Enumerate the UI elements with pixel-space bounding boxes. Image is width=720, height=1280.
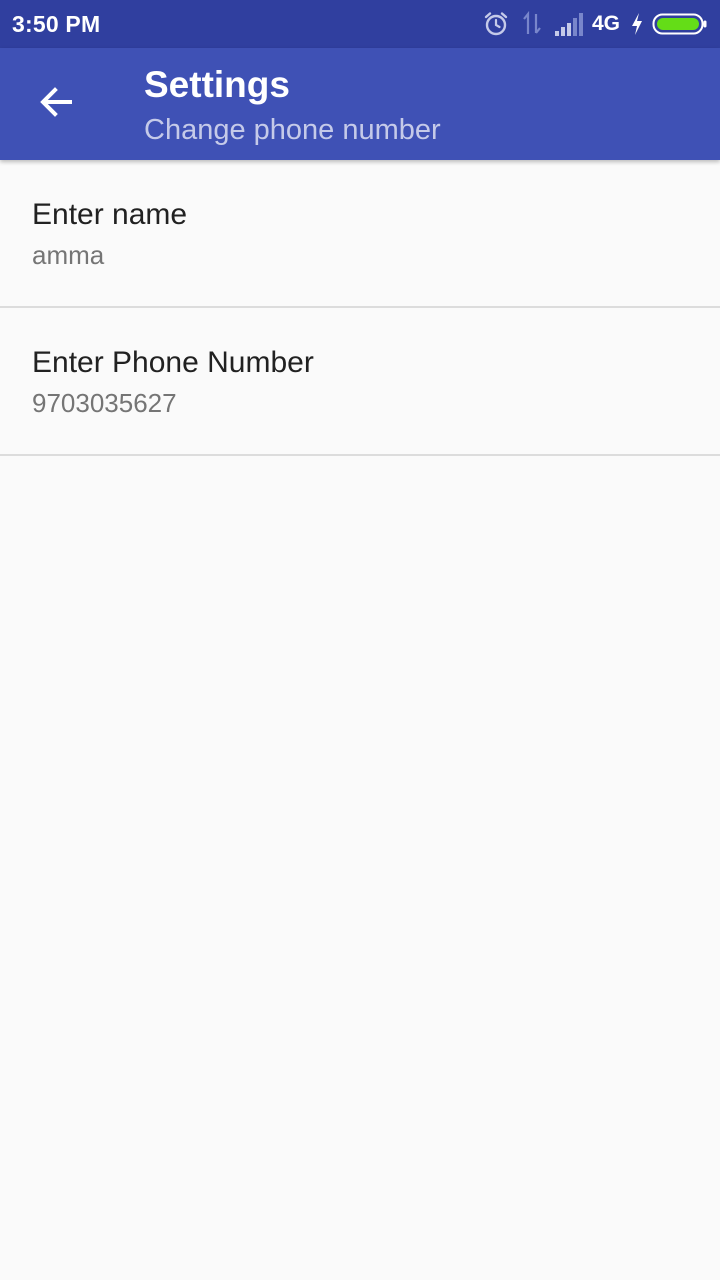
arrow-back-icon bbox=[36, 82, 76, 127]
page-subtitle: Change phone number bbox=[144, 114, 441, 146]
status-bar: 3:50 PM 4G bbox=[0, 0, 720, 48]
preference-summary: 9703035627 bbox=[32, 388, 177, 418]
alarm-icon bbox=[482, 10, 510, 38]
preference-item-name[interactable]: Enter name amma bbox=[0, 160, 720, 308]
battery-icon bbox=[652, 12, 708, 36]
preference-summary: amma bbox=[32, 240, 105, 270]
page-title: Settings bbox=[144, 64, 290, 105]
charging-icon bbox=[630, 12, 644, 36]
back-button[interactable] bbox=[24, 72, 88, 136]
network-type-label: 4G bbox=[591, 12, 620, 35]
settings-list: Enter name amma Enter Phone Number 97030… bbox=[0, 160, 720, 456]
settings-screen: 3:50 PM 4G Settings Change phone number … bbox=[0, 0, 720, 1280]
signal-icon bbox=[554, 11, 586, 37]
preference-item-phone-number[interactable]: Enter Phone Number 9703035627 bbox=[0, 308, 720, 456]
app-toolbar: Settings Change phone number bbox=[0, 48, 720, 160]
status-icons: 4G bbox=[482, 8, 708, 40]
preference-title: Enter Phone Number bbox=[32, 346, 314, 379]
battery-fill bbox=[657, 18, 699, 30]
data-transfer-icon bbox=[520, 10, 544, 38]
status-time: 3:50 PM bbox=[12, 11, 101, 37]
preference-title: Enter name bbox=[32, 198, 188, 231]
